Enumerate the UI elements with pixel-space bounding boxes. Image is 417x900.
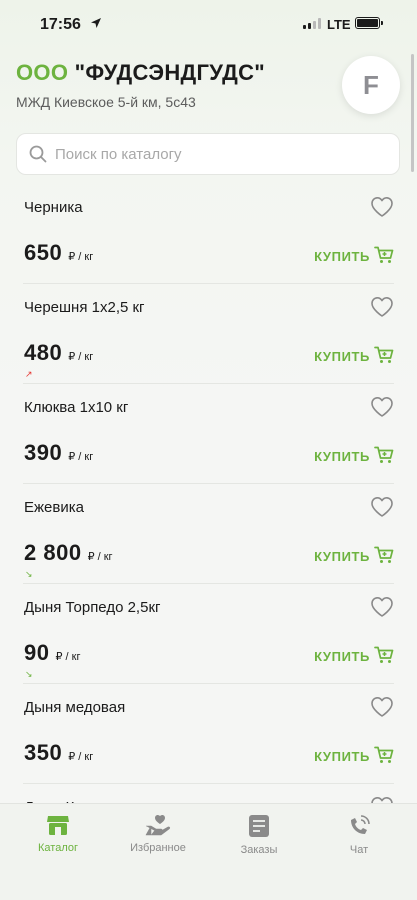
product-price: 390	[24, 440, 63, 465]
cart-icon	[374, 646, 394, 667]
product-price: 90	[24, 640, 50, 665]
cart-icon	[374, 446, 394, 467]
list-item[interactable]: Ежевика 2 800 ₽ / кг КУПИТЬ ↘	[23, 484, 394, 584]
list-item[interactable]: Черника 650 ₽ / кг КУПИТЬ	[23, 184, 394, 284]
product-name: Черника	[24, 199, 83, 216]
price-row: 350 ₽ / кг	[24, 740, 93, 766]
scroll-indicator[interactable]	[411, 54, 414, 172]
product-price: 480	[24, 340, 63, 365]
product-name: Ежевика	[24, 499, 84, 516]
price-row: 90 ₽ / кг	[24, 640, 80, 666]
search-input[interactable]	[55, 145, 375, 163]
buy-button[interactable]: КУПИТЬ	[314, 246, 394, 267]
cart-icon	[374, 346, 394, 367]
tab-favorites-label: Избранное	[130, 842, 186, 854]
tab-orders-label: Заказы	[240, 844, 278, 856]
search-bar[interactable]	[16, 133, 400, 175]
price-unit: ₽ / кг	[68, 751, 94, 763]
price-row: 480 ₽ / кг	[24, 340, 93, 366]
heart-icon[interactable]	[370, 596, 394, 623]
tab-orders[interactable]: Заказы	[207, 814, 311, 856]
battery-icon	[355, 17, 383, 29]
hand-heart-icon	[145, 814, 171, 836]
buy-button[interactable]: КУПИТЬ	[314, 446, 394, 467]
price-row: 2 800 ₽ / кг	[24, 540, 113, 566]
product-price: 650	[24, 240, 63, 265]
cart-icon	[374, 246, 394, 267]
search-icon	[29, 145, 47, 163]
avatar-letter: F	[363, 69, 379, 100]
price-row: 650 ₽ / кг	[24, 240, 93, 266]
tab-chat[interactable]: Чат	[307, 814, 411, 856]
buy-label: КУПИТЬ	[314, 449, 370, 464]
price-row: 390 ₽ / кг	[24, 440, 93, 466]
product-price: 350	[24, 740, 63, 765]
heart-icon[interactable]	[370, 196, 394, 223]
location-arrow-icon	[91, 18, 101, 28]
buy-button[interactable]: КУПИТЬ	[314, 746, 394, 767]
price-unit: ₽ / кг	[68, 451, 94, 463]
heart-icon[interactable]	[370, 296, 394, 323]
heart-icon[interactable]	[370, 496, 394, 523]
signal-icon	[303, 18, 321, 29]
phone-chat-icon	[351, 815, 370, 834]
orders-icon	[249, 815, 269, 837]
tab-favorites[interactable]: Избранное	[106, 814, 210, 854]
company-name: "ФУДСЭНДГУДС"	[74, 60, 266, 85]
product-name: Клюква 1х10 кг	[24, 399, 129, 416]
price-unit: ₽ / кг	[55, 651, 81, 663]
list-item[interactable]: Клюква 1х10 кг 390 ₽ / кг КУПИТЬ	[23, 384, 394, 484]
store-icon	[47, 816, 69, 835]
trend-down-icon: ↘	[25, 669, 33, 679]
buy-button[interactable]: КУПИТЬ	[314, 346, 394, 367]
company-address: МЖД Киевское 5-й км, 5с43	[16, 94, 196, 110]
status-time: 17:56	[40, 16, 81, 33]
company-title: ООО "ФУДСЭНДГУДС"	[16, 60, 265, 86]
trend-down-icon: ↘	[25, 569, 33, 579]
list-item[interactable]: Дыня Канталупе	[23, 784, 394, 804]
status-bar: 17:56 LTE	[0, 0, 417, 46]
buy-label: КУПИТЬ	[314, 749, 370, 764]
product-list[interactable]: Черника 650 ₽ / кг КУПИТЬ Черешня 1х2,5 кг 48…	[0, 184, 417, 804]
tab-catalog[interactable]: Каталог	[6, 814, 110, 854]
buy-button[interactable]: КУПИТЬ	[314, 546, 394, 567]
heart-icon[interactable]	[370, 396, 394, 423]
price-unit: ₽ / кг	[68, 251, 94, 263]
company-prefix: ООО	[16, 60, 69, 85]
product-name: Черешня 1х2,5 кг	[24, 299, 145, 316]
avatar[interactable]: F	[342, 56, 400, 114]
tab-catalog-label: Каталог	[38, 842, 78, 854]
list-item[interactable]: Черешня 1х2,5 кг 480 ₽ / кг КУПИТЬ ↗	[23, 284, 394, 384]
list-item[interactable]: Дыня Торпедо 2,5кг 90 ₽ / кг КУПИТЬ ↘	[23, 584, 394, 684]
buy-label: КУПИТЬ	[314, 349, 370, 364]
price-unit: ₽ / кг	[68, 351, 94, 363]
trend-up-icon: ↗	[25, 369, 33, 379]
buy-label: КУПИТЬ	[314, 649, 370, 664]
product-price: 2 800	[24, 540, 82, 565]
tab-bar: Каталог Избранное Заказы Чат	[0, 803, 417, 900]
cart-icon	[374, 746, 394, 767]
buy-label: КУПИТЬ	[314, 549, 370, 564]
product-name: Дыня медовая	[24, 699, 126, 716]
buy-label: КУПИТЬ	[314, 249, 370, 264]
heart-icon[interactable]	[370, 696, 394, 723]
cart-icon	[374, 546, 394, 567]
tab-chat-label: Чат	[349, 844, 369, 856]
list-item[interactable]: Дыня медовая 350 ₽ / кг КУПИТЬ	[23, 684, 394, 784]
buy-button[interactable]: КУПИТЬ	[314, 646, 394, 667]
price-unit: ₽ / кг	[87, 551, 113, 563]
product-name: Дыня Торпедо 2,5кг	[24, 599, 161, 616]
network-type: LTE	[327, 17, 351, 32]
